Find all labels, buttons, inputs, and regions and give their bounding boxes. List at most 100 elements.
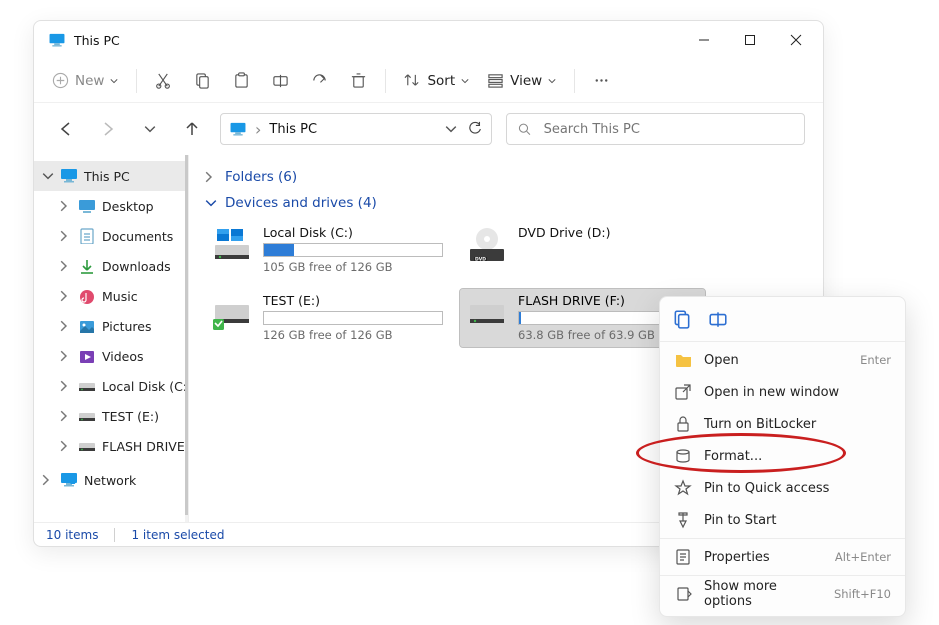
search-input[interactable] xyxy=(542,121,794,138)
capacity-bar xyxy=(263,311,443,325)
search-box[interactable] xyxy=(506,113,805,145)
chevron-right-icon xyxy=(60,230,72,242)
hdd-icon xyxy=(78,378,96,394)
ctx-lock[interactable]: Turn on BitLocker xyxy=(660,408,905,440)
separator xyxy=(385,69,386,93)
nav-item-pictures[interactable]: Pictures xyxy=(34,311,188,341)
folder-icon xyxy=(674,351,692,369)
more-icon xyxy=(674,585,692,603)
drive-free: 126 GB free of 126 GB xyxy=(263,328,444,342)
titlebar: This PC xyxy=(34,21,823,59)
properties-icon xyxy=(674,548,692,566)
paste-icon[interactable] xyxy=(233,72,250,89)
format-icon xyxy=(674,447,692,465)
rename-icon[interactable] xyxy=(272,72,289,89)
ctx-properties[interactable]: Properties Alt+Enter xyxy=(660,541,905,573)
nav-item-documents[interactable]: Documents xyxy=(34,221,188,251)
nav-item-thispc[interactable]: This PC xyxy=(34,161,188,191)
pictures-icon xyxy=(78,318,96,334)
back-button[interactable] xyxy=(52,115,80,143)
chevron-right-icon xyxy=(60,320,72,332)
chevron-right-icon xyxy=(205,171,217,183)
nav-item-usb[interactable]: TEST (E:) xyxy=(34,401,188,431)
cut-icon[interactable] xyxy=(155,72,172,89)
nav-item-label: Pictures xyxy=(102,319,152,334)
minimize-button[interactable] xyxy=(681,21,727,59)
nav-item-usb[interactable]: FLASH DRIVE (F xyxy=(34,431,188,461)
separator xyxy=(660,575,905,576)
chevron-right-icon xyxy=(60,260,72,272)
nav-item-network[interactable]: Network xyxy=(34,465,188,495)
maximize-button[interactable] xyxy=(727,21,773,59)
nav-item-desktop[interactable]: Desktop xyxy=(34,191,188,221)
address-bar[interactable]: › This PC xyxy=(220,113,492,145)
ctx-more[interactable]: Show more optionsShift+F10 xyxy=(660,578,905,610)
more-icon[interactable] xyxy=(593,72,610,89)
chevron-down-icon xyxy=(42,170,54,182)
nav-item-music[interactable]: Music xyxy=(34,281,188,311)
network-icon xyxy=(60,472,78,488)
close-button[interactable] xyxy=(773,21,819,59)
ctx-star[interactable]: Pin to Quick access xyxy=(660,472,905,504)
group-drives[interactable]: Devices and drives (4) xyxy=(205,195,807,211)
chevron-down-icon xyxy=(205,197,217,209)
ctx-label: Format... xyxy=(704,449,762,464)
nav-item-videos[interactable]: Videos xyxy=(34,341,188,371)
popout-icon xyxy=(674,383,692,401)
copy-icon[interactable] xyxy=(194,72,211,89)
ctx-shortcut: Alt+Enter xyxy=(835,550,891,564)
ctx-format[interactable]: Format... xyxy=(660,440,905,472)
status-items: 10 items xyxy=(46,528,98,542)
new-label: New xyxy=(75,73,104,89)
ctx-label: Pin to Start xyxy=(704,513,776,528)
command-bar: New Sort View xyxy=(34,59,823,103)
nav-item-label: This PC xyxy=(84,169,130,184)
nav-item-label: Downloads xyxy=(102,259,171,274)
nav-scrollbar[interactable] xyxy=(185,155,188,522)
ctx-pin[interactable]: Pin to Start xyxy=(660,504,905,536)
this-pc-icon xyxy=(229,122,247,136)
drive-item[interactable]: Local Disk (C:) 105 GB free of 126 GB xyxy=(205,221,450,279)
ctx-label: Properties xyxy=(704,550,770,565)
sort-button[interactable]: Sort xyxy=(404,72,469,89)
share-icon[interactable] xyxy=(311,72,328,89)
nav-item-label: FLASH DRIVE (F xyxy=(102,439,189,454)
group-folders[interactable]: Folders (6) xyxy=(205,169,807,185)
documents-icon xyxy=(78,228,96,244)
view-button[interactable]: View xyxy=(487,72,556,89)
view-label: View xyxy=(510,73,542,89)
nav-item-label: TEST (E:) xyxy=(102,409,159,424)
desktop-icon xyxy=(78,198,96,214)
nav-item-hdd[interactable]: Local Disk (C:) xyxy=(34,371,188,401)
drive-free: 105 GB free of 126 GB xyxy=(263,260,444,274)
refresh-icon[interactable] xyxy=(467,121,483,137)
copy-icon[interactable] xyxy=(672,309,692,329)
status-selected: 1 item selected xyxy=(131,528,224,542)
window-title: This PC xyxy=(74,33,120,48)
group-drives-label: Devices and drives (4) xyxy=(225,195,377,211)
thispc-icon xyxy=(60,168,78,184)
separator xyxy=(114,528,115,542)
nav-pane: This PC DesktopDocuments Downloads Music Pic… xyxy=(34,155,189,522)
drive-icon xyxy=(466,225,508,275)
drive-item[interactable]: DVD Drive (D:) xyxy=(460,221,705,279)
nav-item-downloads[interactable]: Downloads xyxy=(34,251,188,281)
chevron-down-icon[interactable] xyxy=(445,125,457,133)
ctx-folder[interactable]: OpenEnter xyxy=(660,344,905,376)
forward-button[interactable] xyxy=(94,115,122,143)
delete-icon[interactable] xyxy=(350,72,367,89)
recent-dropdown[interactable] xyxy=(136,115,164,143)
new-button[interactable]: New xyxy=(52,72,118,89)
ctx-popout[interactable]: Open in new window xyxy=(660,376,905,408)
drive-name: Local Disk (C:) xyxy=(263,225,444,240)
drive-item[interactable]: TEST (E:)126 GB free of 126 GB xyxy=(205,289,450,347)
pin-icon xyxy=(674,511,692,529)
breadcrumb-segment[interactable]: This PC xyxy=(269,122,317,137)
chevron-right-icon xyxy=(60,350,72,362)
ctx-label: Show more options xyxy=(704,579,822,609)
rename-icon[interactable] xyxy=(708,309,728,329)
up-button[interactable] xyxy=(178,115,206,143)
ctx-label: Open in new window xyxy=(704,385,839,400)
star-icon xyxy=(674,479,692,497)
separator xyxy=(136,69,137,93)
